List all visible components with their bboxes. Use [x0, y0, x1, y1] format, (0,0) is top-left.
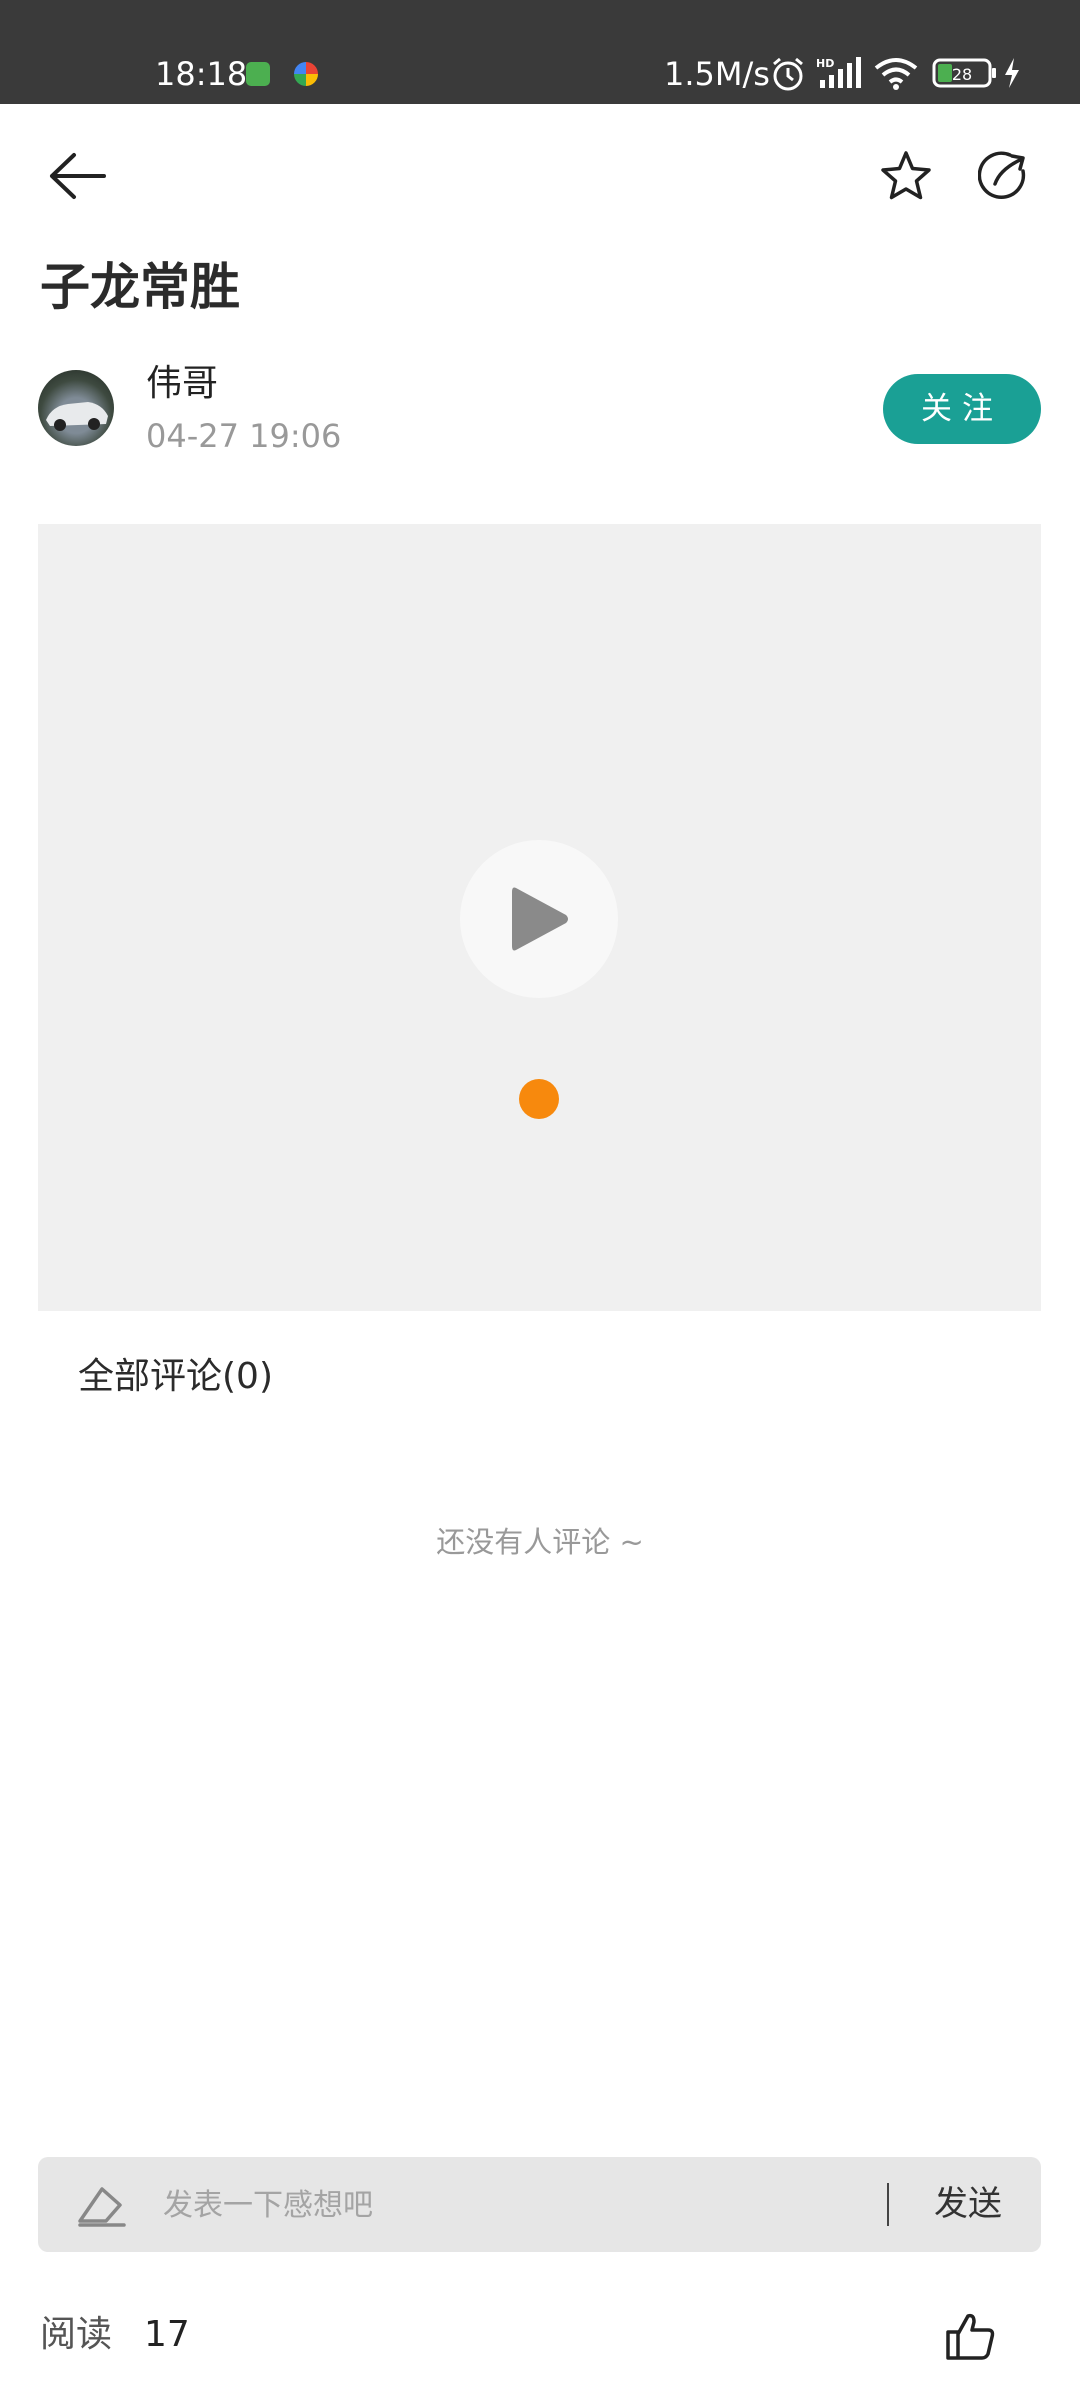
read-count: 17 [144, 2314, 190, 2355]
star-icon [881, 151, 931, 200]
charging-icon [1005, 58, 1019, 88]
play-button[interactable] [460, 840, 618, 998]
play-icon [512, 887, 568, 951]
thumbs-up-icon [946, 2313, 995, 2360]
svg-text:28: 28 [952, 65, 972, 84]
input-divider [887, 2183, 889, 2226]
back-button[interactable] [38, 136, 118, 216]
follow-button[interactable]: 关注 [883, 374, 1041, 444]
avatar-car-image [46, 402, 108, 431]
like-button[interactable] [930, 2296, 1010, 2376]
video-player[interactable] [38, 524, 1041, 1311]
read-label: 阅读 [40, 2314, 113, 2355]
back-arrow-icon [50, 153, 106, 199]
post-time: 04-27 19:06 [146, 417, 342, 455]
comment-input[interactable] [163, 2175, 883, 2235]
loading-indicator [519, 1079, 559, 1119]
empty-comments-text: 还没有人评论 ~ [436, 1525, 644, 1559]
alarm-icon [773, 57, 803, 91]
status-time: 18:18 [155, 55, 248, 93]
pen-icon [78, 2187, 126, 2227]
share-icon [978, 151, 1026, 199]
share-button[interactable] [965, 136, 1045, 216]
comment-input-bar: 发送 [38, 2157, 1041, 2252]
favorite-button[interactable] [866, 136, 946, 216]
comments-header: 全部评论(0) [78, 1356, 273, 1397]
avatar[interactable] [38, 370, 114, 446]
app-notification-icon [246, 62, 270, 86]
post-title: 子龙常胜 [40, 258, 240, 316]
author-name[interactable]: 伟哥 [146, 360, 218, 408]
status-bar: 18:18 1.5M/s HD 28 [0, 0, 1080, 104]
photos-notification-icon [294, 62, 318, 86]
wifi-icon [874, 58, 918, 90]
hd-signal-icon: HD [816, 57, 861, 88]
svg-text:HD: HD [816, 57, 834, 70]
send-button[interactable]: 发送 [908, 2157, 1028, 2252]
battery-icon: 28 [932, 58, 996, 88]
network-speed: 1.5M/s [664, 55, 770, 93]
